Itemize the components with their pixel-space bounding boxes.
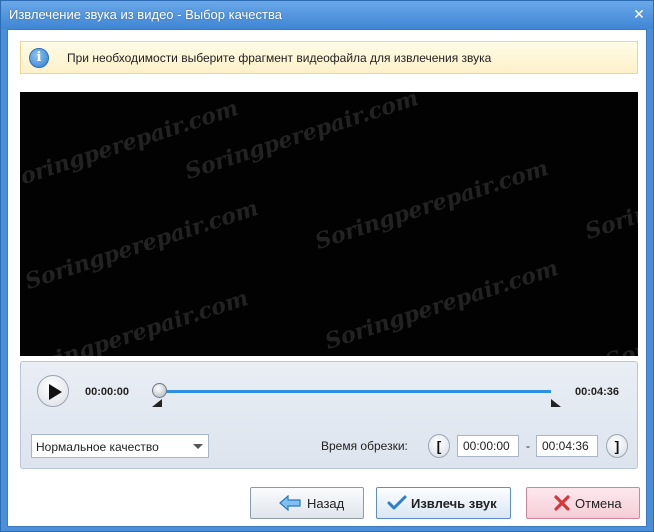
- back-button[interactable]: Назад: [250, 487, 364, 519]
- close-icon: ✕: [633, 6, 645, 22]
- extract-audio-button[interactable]: Извлечь звук: [376, 487, 511, 519]
- trim-label: Время обрезки:: [321, 439, 408, 453]
- watermark: Soringperepair.com: [581, 145, 638, 245]
- watermark: Soringperepair.com: [20, 285, 252, 356]
- quality-dropdown[interactable]: Нормальное качество: [31, 434, 209, 458]
- bracket-right-icon: ]: [614, 438, 620, 454]
- check-icon: [387, 495, 407, 510]
- timeline-track[interactable]: [159, 390, 551, 393]
- current-time: 00:00:00: [85, 386, 130, 398]
- extract-label: Извлечь звук: [411, 496, 497, 511]
- trim-end-field[interactable]: 00:04:36: [536, 435, 598, 457]
- playhead-slider[interactable]: [152, 383, 167, 398]
- info-banner: i При необходимости выберите фрагмент ви…: [20, 41, 638, 74]
- watermark: Soringperepair.com: [321, 255, 562, 355]
- trim-separator: -: [526, 439, 530, 453]
- quality-selected: Нормальное качество: [36, 440, 159, 454]
- cancel-label: Отмена: [575, 496, 622, 511]
- watermark: Soringperepair.com: [21, 195, 262, 295]
- play-button[interactable]: [37, 375, 69, 407]
- info-text: При необходимости выберите фрагмент виде…: [67, 51, 492, 65]
- trim-end-marker[interactable]: [551, 399, 561, 407]
- watermark: Soringperepair.com: [311, 155, 552, 255]
- bracket-left-icon: [: [436, 438, 442, 454]
- back-label: Назад: [307, 496, 345, 511]
- trim-start-marker[interactable]: [152, 399, 162, 407]
- cancel-button[interactable]: Отмена: [526, 487, 640, 519]
- watermark: Soringperepair.com: [601, 275, 638, 356]
- title-bar[interactable]: Извлечение звука из видео - Выбор качест…: [1, 1, 653, 29]
- arrow-left-icon: [279, 495, 301, 511]
- total-time: 00:04:36: [575, 386, 620, 398]
- chevron-down-icon: [193, 444, 203, 449]
- x-icon: [554, 495, 570, 511]
- close-button[interactable]: ✕: [631, 6, 647, 22]
- trim-start-field[interactable]: 00:00:00: [457, 435, 519, 457]
- window-title: Извлечение звука из видео - Выбор качест…: [9, 7, 282, 22]
- dialog-content: i При необходимости выберите фрагмент ви…: [7, 29, 647, 527]
- info-icon: i: [29, 48, 49, 68]
- watermark: Soringperepair.com: [20, 95, 242, 195]
- set-trim-start-button[interactable]: [: [428, 434, 450, 458]
- video-preview: Soringperepair.com Soringperepair.com So…: [20, 92, 638, 356]
- play-icon: [49, 384, 62, 400]
- dialog-window: Извлечение звука из видео - Выбор качест…: [0, 0, 654, 532]
- playback-panel: 00:00:00 00:04:36 Нормальное качество Вр…: [20, 361, 638, 469]
- set-trim-end-button[interactable]: ]: [606, 434, 628, 458]
